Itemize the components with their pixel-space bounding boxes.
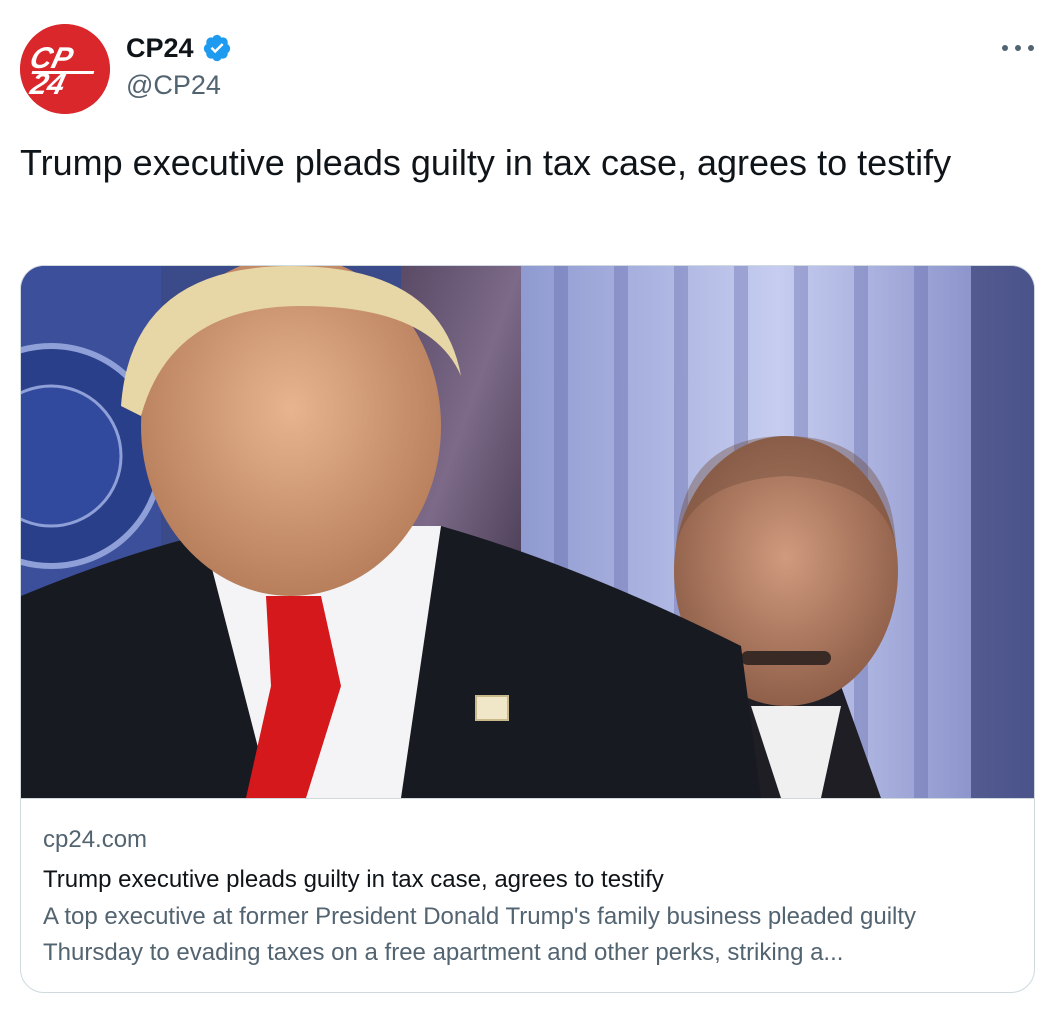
more-dot [1002,45,1008,51]
display-name[interactable]: CP24 [126,33,194,64]
card-image[interactable] [21,266,1034,799]
link-card[interactable]: cp24.com Trump executive pleads guilty i… [20,265,1035,993]
tweet: CP 24 CP24 @CP24 Trump executive pleads … [0,0,1056,1016]
author-info: CP24 @CP24 [126,30,232,101]
more-horizontal-icon[interactable] [1002,36,1034,60]
cp24-logo: CP 24 [20,24,110,114]
avatar[interactable]: CP 24 [20,24,110,114]
news-photo [21,266,1034,798]
card-title: Trump executive pleads guilty in tax cas… [43,866,664,893]
verified-badge-icon [202,33,232,63]
name-row: CP24 [126,30,232,66]
card-body: cp24.com Trump executive pleads guilty i… [43,824,1018,971]
tweet-text: Trump executive pleads guilty in tax cas… [20,142,952,183]
more-dot [1028,45,1034,51]
handle[interactable]: @CP24 [126,70,232,101]
card-domain: cp24.com [43,826,148,853]
more-dot [1015,45,1021,51]
card-description: A top executive at former President Dona… [43,903,917,966]
